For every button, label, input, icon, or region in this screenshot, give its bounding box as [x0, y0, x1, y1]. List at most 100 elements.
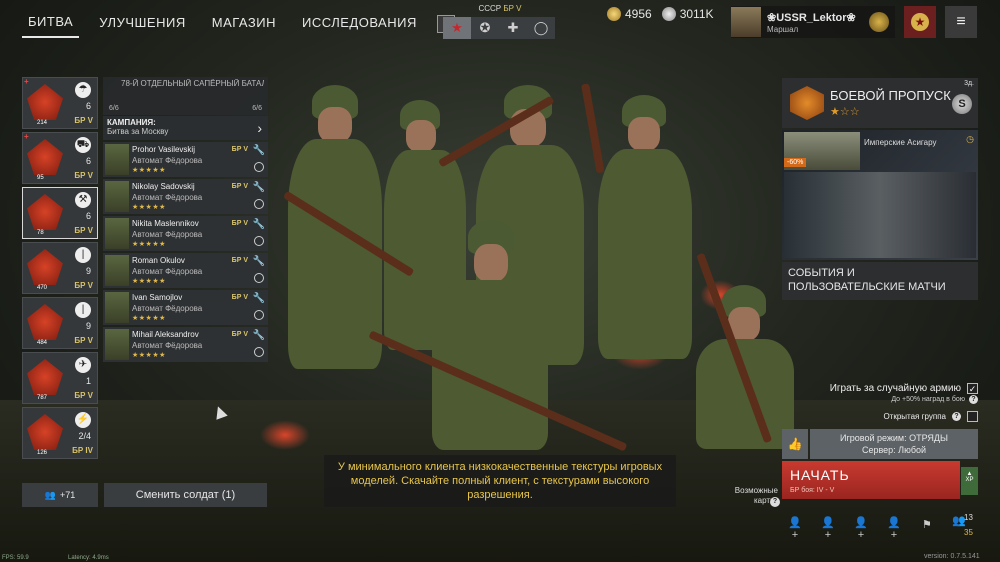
unit-tool-count: 6/6	[252, 105, 262, 112]
parachute-icon: ☂	[75, 82, 91, 98]
engineer-icon: ⚒	[75, 192, 91, 208]
low-quality-notice: У минимального клиента низкокачественные…	[324, 455, 676, 507]
nation-br: БР V	[503, 4, 522, 13]
circle-icon[interactable]: ◯	[527, 17, 555, 39]
squad-panel: 78-Й ОТДЕЛЬНЫЙ САПЁРНЫЙ БАТАЛ 6/6 6/6 КА…	[103, 77, 268, 362]
squad-card[interactable]: + 214 ☂ 6 БР V	[22, 77, 98, 129]
squad-card[interactable]: 470 | 9 БР V	[22, 242, 98, 294]
info-icon[interactable]: ?	[969, 395, 978, 404]
squad-card[interactable]: 78 ⚒ 6 БР V	[22, 187, 98, 239]
fps-counter: FPS: 59.9	[2, 555, 29, 561]
soldier-portrait	[105, 218, 129, 249]
squad-emblem-icon	[27, 414, 63, 450]
squad-count: 2/4	[78, 431, 91, 441]
reserve-button[interactable]: 👥 +71	[22, 483, 98, 507]
player-profile[interactable]: ❀USSR_Lektor❀ Маршал	[731, 6, 895, 38]
perk-icon[interactable]	[254, 236, 264, 246]
squad-list: + 214 ☂ 6 БР V + 95 ⛟ 6 БР V 78 ⚒ 6 БР V…	[22, 77, 98, 462]
tab-shop[interactable]: МАГАЗИН	[206, 11, 282, 37]
soldier-row[interactable]: Nikolay Sadovskij Автомат Фёдорова ★★★★★…	[103, 179, 268, 214]
soldier-name: Prohor Vasilevskij	[132, 145, 195, 154]
soldier-stars: ★★★★★	[132, 167, 166, 174]
info-icon[interactable]: ?	[952, 412, 961, 421]
squad-emblem-icon	[27, 84, 63, 120]
battle-pass-card[interactable]: БОЕВОЙ ПРОПУСК ★☆☆ 3д. S	[782, 78, 978, 128]
squad-card[interactable]: 787 ✈ 1 БР V	[22, 352, 98, 404]
soldier-row[interactable]: Prohor Vasilevskij Автомат Фёдорова ★★★★…	[103, 142, 268, 177]
battle-pass-timer: 3д.	[964, 80, 974, 87]
soldier-name: Nikita Maslennikov	[132, 219, 199, 228]
squad-number: 484	[37, 340, 48, 346]
perk-icon[interactable]	[254, 347, 264, 357]
xp-label: XP	[965, 477, 974, 483]
random-army-checkbox[interactable]: ✓	[967, 383, 978, 394]
friends-online-count: 13	[964, 513, 973, 522]
new-indicator: +	[24, 77, 29, 86]
silver-currency[interactable]: 3011K	[661, 7, 714, 21]
add-player-icon[interactable]: 👤+	[818, 516, 838, 541]
wrench-icon[interactable]: 🔧	[253, 293, 265, 304]
soldier-row[interactable]: Ivan Samojlov Автомат Фёдорова ★★★★★ БР …	[103, 290, 268, 325]
campaign-selector[interactable]: КАМПАНИЯ: Битва за Москву ›	[103, 116, 268, 140]
event-image	[784, 172, 976, 258]
perk-icon[interactable]	[254, 310, 264, 320]
campaign-value: Битва за Москву	[107, 127, 169, 136]
game-mode-selector[interactable]: Игровой режим: ОТРЯДЫ Сервер: Любой	[810, 429, 978, 459]
shop-offer-card[interactable]: Имперские Асигару ◷ -60%	[782, 130, 978, 260]
tab-upgrades[interactable]: УЛУЧШЕНИЯ	[93, 11, 192, 37]
squad-count: 9	[85, 266, 91, 276]
random-army-option[interactable]: Играть за случайную армию ✓	[830, 383, 978, 394]
gold-currency[interactable]: 4956	[607, 7, 652, 21]
add-player-icon[interactable]: 👤+	[851, 516, 871, 541]
soldier-portrait	[105, 292, 129, 323]
thumbs-up-icon[interactable]: 👍	[782, 429, 808, 459]
wrench-icon[interactable]: 🔧	[253, 219, 265, 230]
squad-br: БР V	[74, 171, 93, 180]
info-icon[interactable]: ?	[770, 497, 780, 507]
wrench-icon[interactable]: 🔧	[253, 182, 265, 193]
add-player-icon[interactable]: 👤+	[785, 516, 805, 541]
squad-card[interactable]: 126 ⚡ 2/4 БР IV	[22, 407, 98, 459]
wrench-icon[interactable]: 🔧	[253, 145, 265, 156]
perk-icon[interactable]	[254, 162, 264, 172]
bonus-label: До +50% наград в бою	[891, 396, 965, 403]
tab-battle[interactable]: БИТВА	[22, 10, 80, 38]
soldier-row[interactable]: Nikita Maslennikov Автомат Фёдорова ★★★★…	[103, 216, 268, 251]
squad-number: 78	[37, 230, 44, 236]
squad-card[interactable]: 484 | 9 БР V	[22, 297, 98, 349]
squad-card[interactable]: + 95 ⛟ 6 БР V	[22, 132, 98, 184]
xp-boost-button[interactable]: ▲ XP	[961, 467, 978, 495]
open-group-checkbox[interactable]	[967, 411, 978, 422]
perk-icon[interactable]	[254, 199, 264, 209]
squad-br: БР V	[74, 116, 93, 125]
add-player-icon[interactable]: 👤+	[884, 516, 904, 541]
wrench-icon[interactable]: 🔧	[253, 330, 265, 341]
squad-actions: 👥 +71 Сменить солдат (1)	[22, 483, 267, 507]
events-button[interactable]: СОБЫТИЯ И ПОЛЬЗОВАТЕЛЬСКИЕ МАТЧИ	[782, 262, 978, 300]
start-button[interactable]: НАЧАТЬ БР боя: IV - V	[782, 461, 960, 499]
army-flag-button[interactable]: ★	[904, 6, 936, 38]
tab-research[interactable]: ИССЛЕДОВАНИЯ	[296, 11, 423, 37]
soldier-name: Roman Okulov	[132, 256, 185, 265]
main-menu-button[interactable]: ≡	[945, 6, 977, 38]
flag-icon[interactable]: ⚑	[922, 518, 932, 531]
soldier-br: БР V	[231, 294, 248, 301]
soldier-br: БР V	[231, 146, 248, 153]
squad-br: БР V	[74, 281, 93, 290]
squad-count: 1	[85, 376, 91, 386]
cross-icon[interactable]: ✚	[499, 17, 527, 39]
squad-count: 9	[85, 321, 91, 331]
soldier-row[interactable]: Roman Okulov Автомат Фёдорова ★★★★★ БР V…	[103, 253, 268, 288]
star-icon[interactable]: ★	[443, 17, 471, 39]
squad-br: БР V	[74, 226, 93, 235]
perk-icon[interactable]	[254, 273, 264, 283]
change-soldier-button[interactable]: Сменить солдат (1)	[104, 483, 267, 507]
open-group-option[interactable]: Открытая группа ?	[883, 411, 978, 422]
squad-emblem-icon	[27, 359, 63, 395]
wrench-icon[interactable]: 🔧	[253, 256, 265, 267]
emblem-icon[interactable]: ✪	[471, 17, 499, 39]
soldier-row[interactable]: Mihail Aleksandrov Автомат Фёдорова ★★★★…	[103, 327, 268, 362]
star-icon: ★	[911, 13, 929, 31]
version-label: version: 0.7.5.141	[924, 553, 980, 560]
reserve-count: +71	[59, 490, 76, 500]
